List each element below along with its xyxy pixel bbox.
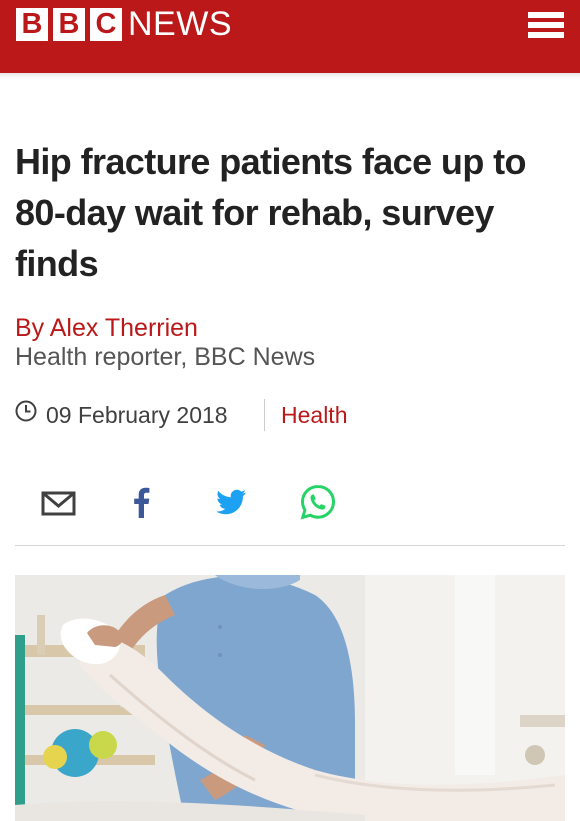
twitter-icon (216, 489, 246, 515)
share-facebook-button[interactable] (120, 480, 164, 524)
lead-image (15, 575, 565, 821)
bbc-logo-block-b1: B (16, 8, 48, 41)
share-whatsapp-button[interactable] (296, 480, 340, 524)
header-shadow (0, 73, 580, 79)
article-headline: Hip fracture patients face up to 80-day … (15, 141, 526, 284)
facebook-icon (134, 487, 150, 518)
whatsapp-icon (300, 484, 336, 520)
topic-link-health[interactable]: Health (281, 400, 347, 430)
news-wordmark[interactable]: NEWS (128, 5, 232, 43)
clock-icon (15, 400, 37, 422)
byline-author: By Alex Therrien (15, 314, 198, 342)
site-header: B B C NEWS (0, 0, 580, 73)
article-date: 09 February 2018 (46, 402, 228, 428)
email-icon (41, 491, 76, 516)
bbc-logo-block-c: C (90, 8, 122, 41)
share-twitter-button[interactable] (208, 480, 252, 524)
physio-photo (15, 575, 565, 821)
byline-role: Health reporter, BBC News (15, 343, 316, 371)
meta-divider (264, 399, 265, 431)
bbc-logo-block-b2: B (53, 8, 85, 41)
share-email-button[interactable] (37, 480, 81, 524)
bbc-logo[interactable]: B B C (16, 8, 122, 41)
share-tools (15, 480, 565, 524)
share-divider (15, 545, 565, 546)
hamburger-menu-icon[interactable] (528, 12, 564, 40)
